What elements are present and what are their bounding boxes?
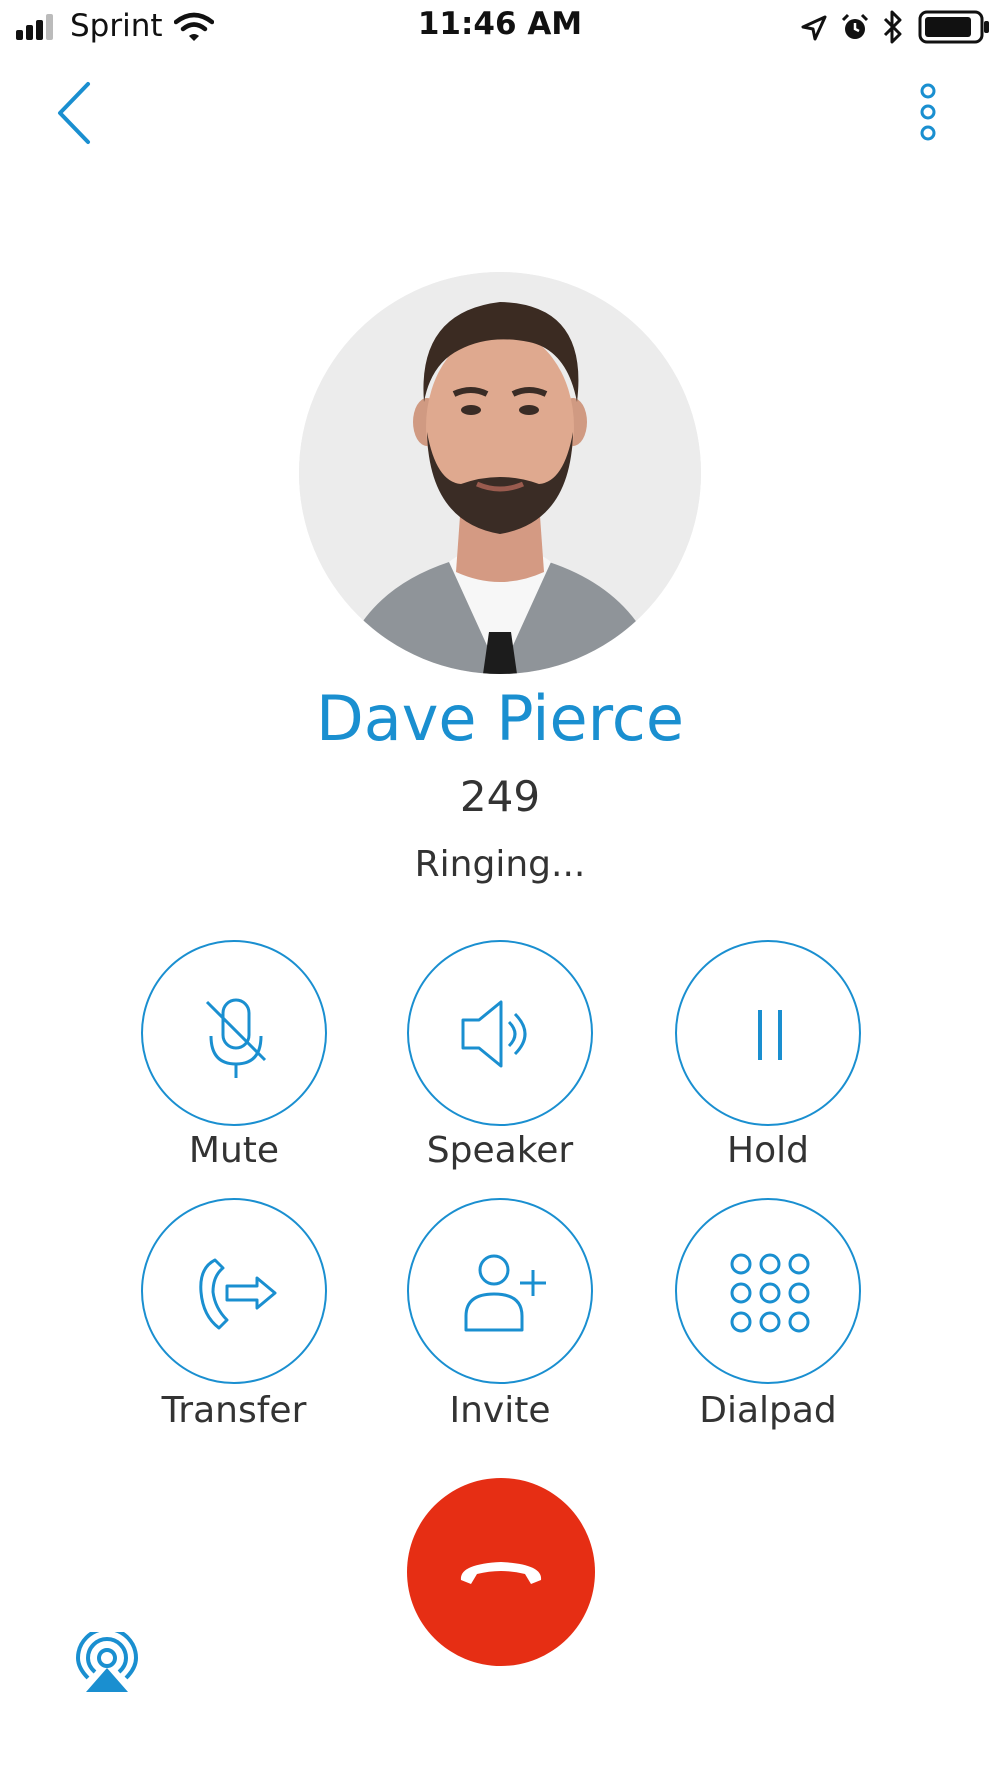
back-button[interactable] xyxy=(48,78,108,148)
hold-label: Hold xyxy=(727,1130,809,1171)
contact-photo xyxy=(299,272,701,674)
dialpad-label: Dialpad xyxy=(699,1390,837,1431)
hold-button[interactable] xyxy=(675,940,861,1126)
microphone-off-icon xyxy=(205,998,267,1078)
call-status: Ringing... xyxy=(414,844,586,885)
speaker-button[interactable] xyxy=(407,940,593,1126)
battery-icon xyxy=(918,10,989,44)
speaker-icon xyxy=(461,1000,527,1068)
audio-route-button[interactable] xyxy=(75,1627,139,1694)
contact-name: Dave Pierce xyxy=(315,682,685,755)
transfer-call-icon xyxy=(199,1258,277,1330)
location-arrow-icon xyxy=(801,15,827,41)
mute-label: Mute xyxy=(188,1130,280,1171)
add-person-icon xyxy=(464,1254,546,1332)
status-bar: Sprint 11:46 AM xyxy=(0,0,1000,60)
invite-label: Invite xyxy=(449,1390,551,1431)
dialpad-icon xyxy=(730,1253,810,1333)
contact-avatar xyxy=(299,272,701,674)
end-call-button[interactable] xyxy=(407,1478,595,1666)
alarm-icon xyxy=(841,13,869,39)
pause-icon xyxy=(758,1010,782,1060)
bluetooth-icon xyxy=(883,10,902,44)
airplay-icon xyxy=(75,1627,139,1692)
transfer-label: Transfer xyxy=(161,1390,307,1431)
contact-extension: 249 xyxy=(459,772,541,821)
speaker-label: Speaker xyxy=(426,1130,574,1171)
more-options-button[interactable] xyxy=(908,78,948,148)
transfer-button[interactable] xyxy=(141,1198,327,1384)
chevron-left-icon xyxy=(58,82,90,144)
dialpad-button[interactable] xyxy=(675,1198,861,1384)
invite-button[interactable] xyxy=(407,1198,593,1384)
more-vertical-icon xyxy=(920,83,936,141)
mute-button[interactable] xyxy=(141,940,327,1126)
hang-up-icon xyxy=(460,1562,542,1584)
